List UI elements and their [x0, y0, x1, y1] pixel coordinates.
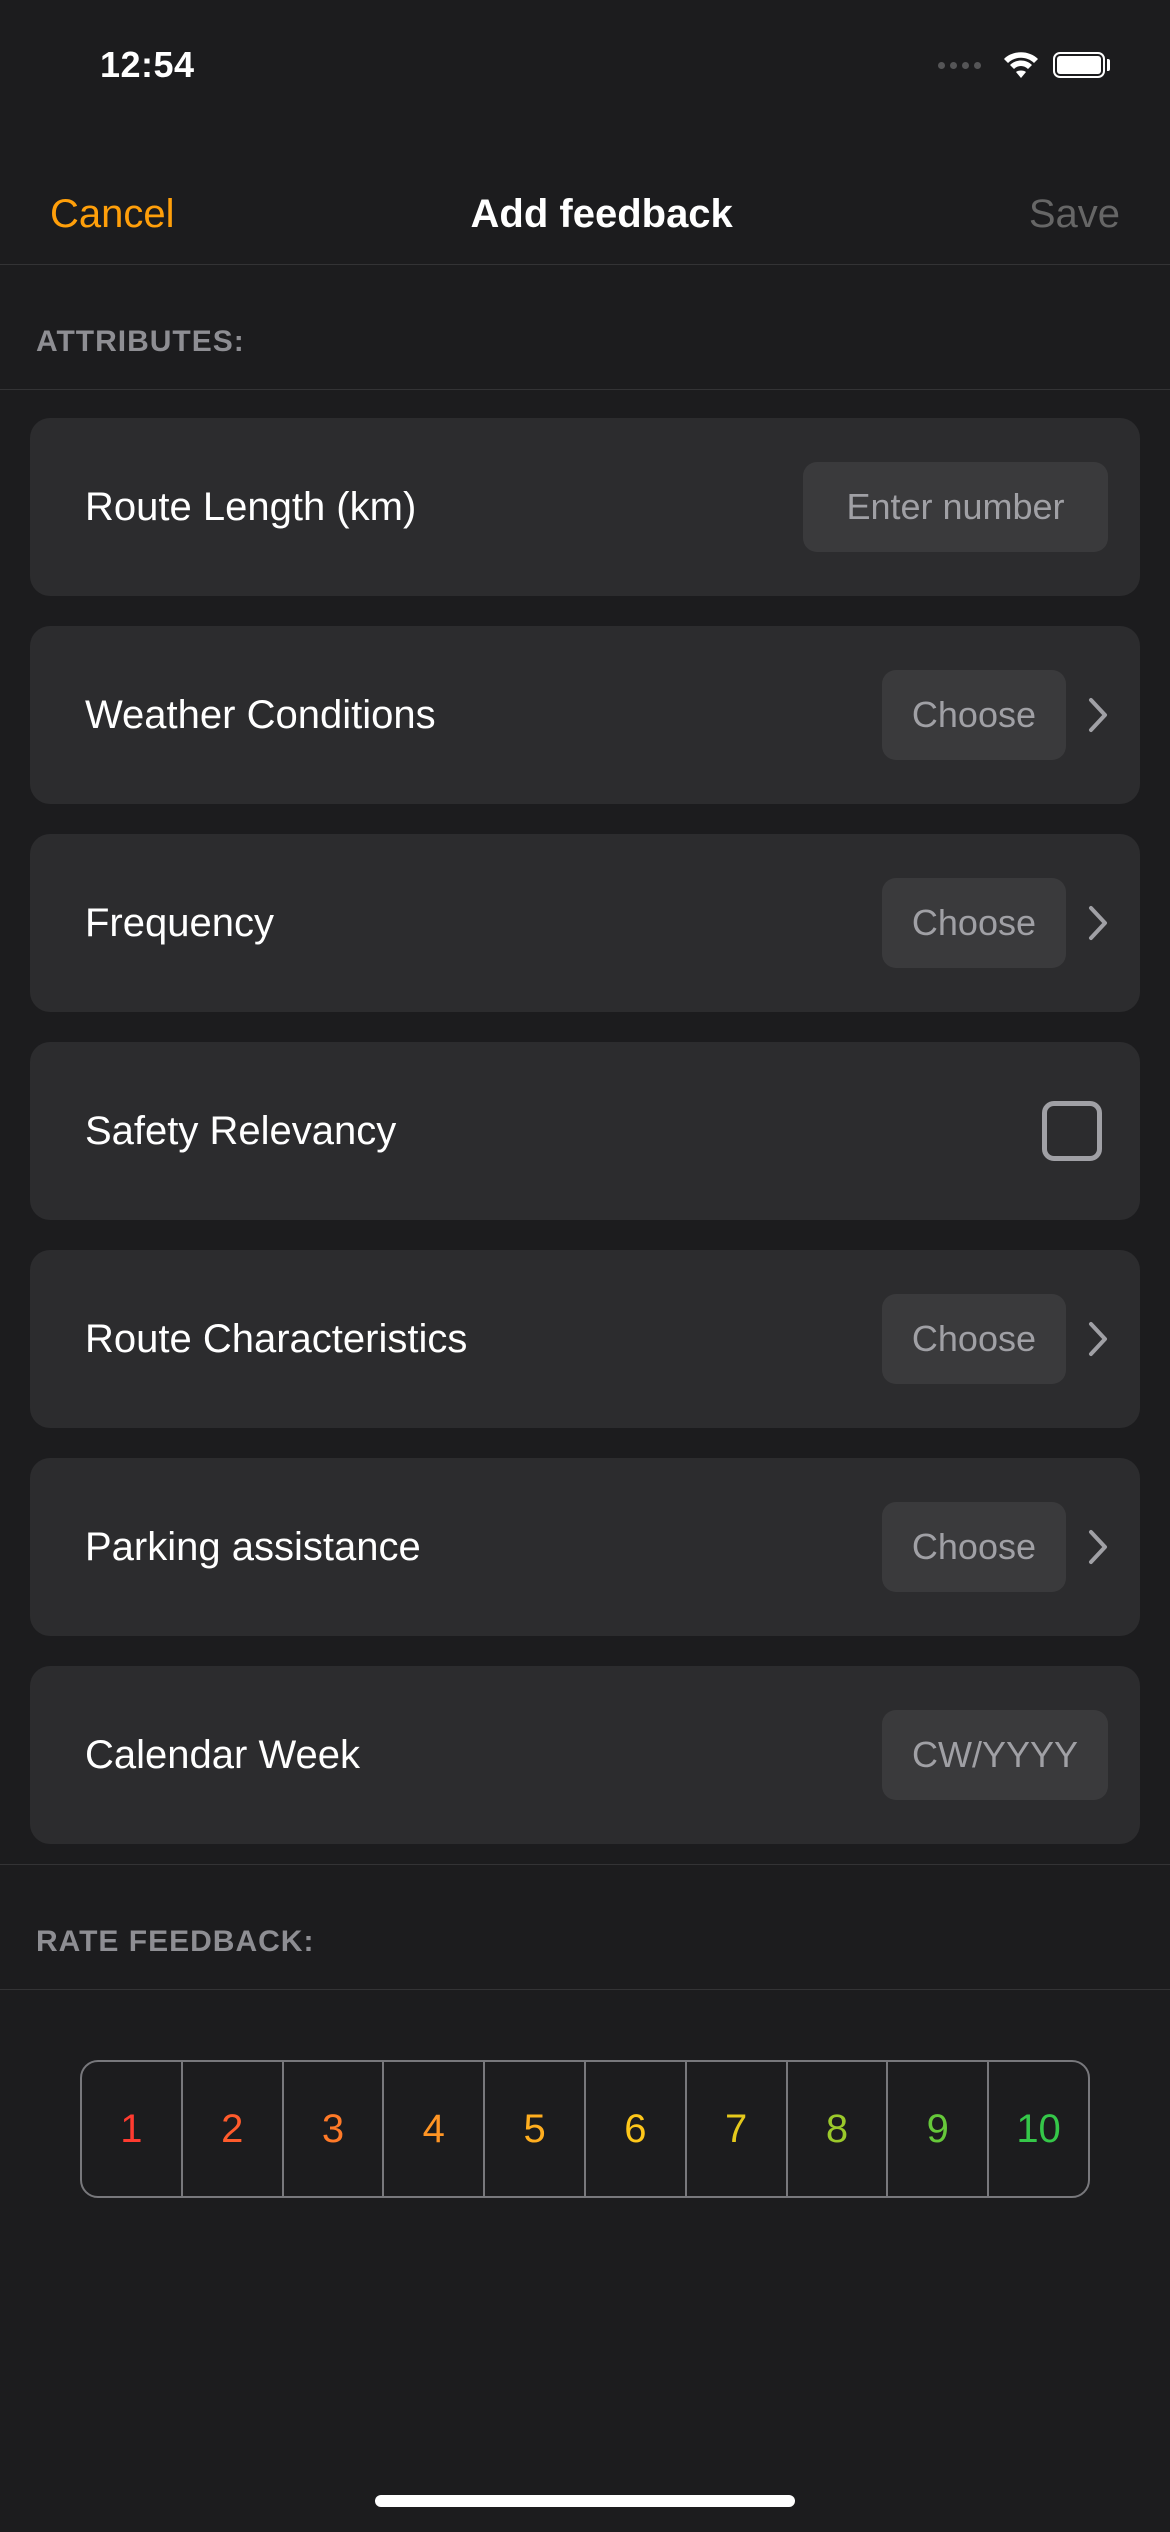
rating-option-9[interactable]: 9 [888, 2062, 989, 2196]
status-bar: 12:54 [0, 0, 1170, 110]
attribute-calendar-week: Calendar Week CW/YYYY [30, 1666, 1140, 1844]
route-characteristics-label: Route Characteristics [85, 1317, 467, 1362]
rating-option-3[interactable]: 3 [284, 2062, 385, 2196]
attribute-weather: Weather Conditions Choose [30, 626, 1140, 804]
attributes-section-header: Attributes: [0, 265, 1170, 389]
wifi-icon [1001, 50, 1041, 80]
rating-option-4[interactable]: 4 [384, 2062, 485, 2196]
rating-option-2[interactable]: 2 [183, 2062, 284, 2196]
route-characteristics-choose-button[interactable]: Choose [882, 1294, 1066, 1384]
chevron-right-icon [1088, 1529, 1108, 1565]
rating-container: 1 2 3 4 5 6 7 8 9 10 [0, 1990, 1170, 2198]
route-length-input[interactable]: Enter number [803, 462, 1108, 552]
rating-option-7[interactable]: 7 [687, 2062, 788, 2196]
rating-option-1[interactable]: 1 [82, 2062, 183, 2196]
attribute-route-length: Route Length (km) Enter number [30, 418, 1140, 596]
rating-option-5[interactable]: 5 [485, 2062, 586, 2196]
page-title: Add feedback [471, 192, 733, 237]
calendar-week-label: Calendar Week [85, 1733, 360, 1778]
attribute-frequency: Frequency Choose [30, 834, 1140, 1012]
rating-option-10[interactable]: 10 [989, 2062, 1088, 2196]
attribute-list: Route Length (km) Enter number Weather C… [0, 390, 1170, 1864]
safety-checkbox[interactable] [1042, 1101, 1102, 1161]
battery-icon [1053, 52, 1110, 78]
weather-label: Weather Conditions [85, 693, 436, 738]
calendar-week-input[interactable]: CW/YYYY [882, 1710, 1108, 1800]
route-length-label: Route Length (km) [85, 485, 416, 530]
rating-option-6[interactable]: 6 [586, 2062, 687, 2196]
rating-segmented-control: 1 2 3 4 5 6 7 8 9 10 [80, 2060, 1090, 2198]
frequency-label: Frequency [85, 901, 274, 946]
parking-choose-button[interactable]: Choose [882, 1502, 1066, 1592]
weather-choose-button[interactable]: Choose [882, 670, 1066, 760]
attribute-safety: Safety Relevancy [30, 1042, 1140, 1220]
frequency-choose-button[interactable]: Choose [882, 878, 1066, 968]
chevron-right-icon [1088, 697, 1108, 733]
nav-bar: Cancel Add feedback Save [0, 165, 1170, 265]
cancel-button[interactable]: Cancel [50, 192, 175, 237]
save-button[interactable]: Save [1029, 192, 1120, 237]
parking-label: Parking assistance [85, 1525, 421, 1570]
attribute-parking: Parking assistance Choose [30, 1458, 1140, 1636]
cellular-dots-icon [938, 62, 981, 69]
chevron-right-icon [1088, 1321, 1108, 1357]
rate-section-header: Rate feedback: [0, 1865, 1170, 1989]
rating-option-8[interactable]: 8 [788, 2062, 889, 2196]
home-indicator[interactable] [375, 2495, 795, 2507]
chevron-right-icon [1088, 905, 1108, 941]
attribute-route-characteristics: Route Characteristics Choose [30, 1250, 1140, 1428]
safety-label: Safety Relevancy [85, 1109, 396, 1154]
status-time: 12:54 [100, 44, 195, 86]
status-indicators [938, 50, 1110, 80]
